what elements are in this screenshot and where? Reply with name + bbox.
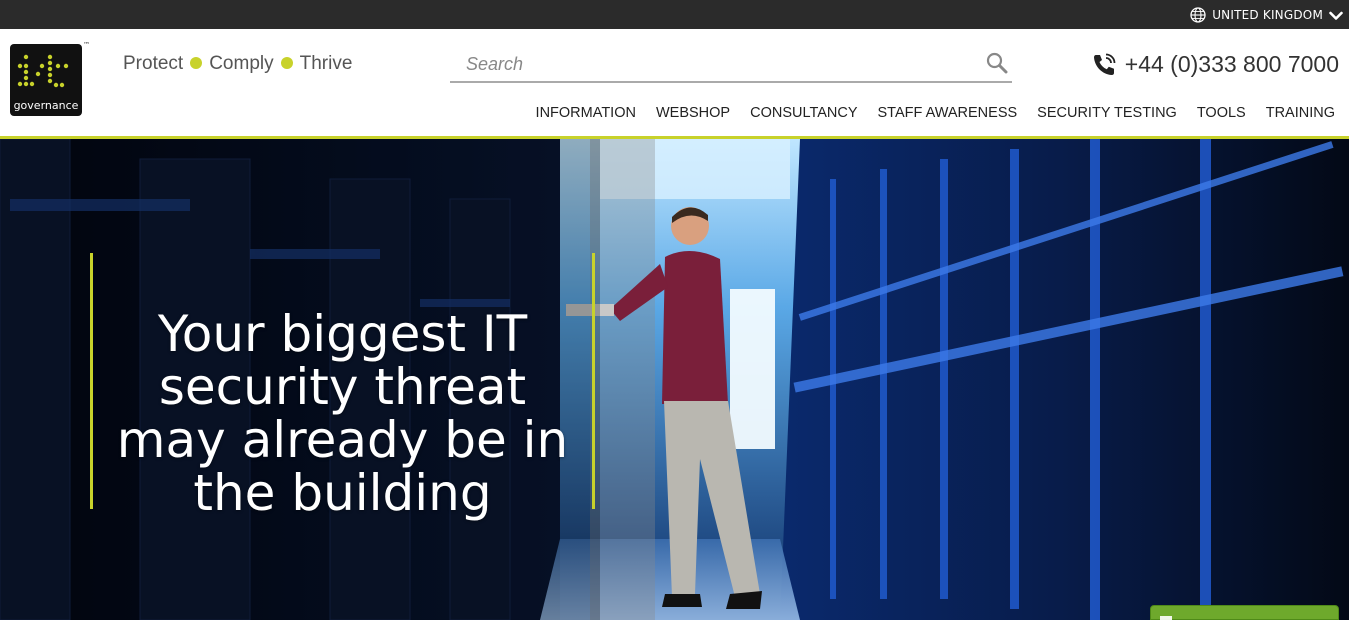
nav-training[interactable]: TRAINING (1266, 105, 1335, 121)
search-input[interactable] (450, 49, 986, 79)
globe-icon (1190, 6, 1206, 23)
nav-security-testing[interactable]: SECURITY TESTING (1037, 105, 1177, 121)
tagline-dot (190, 57, 203, 69)
headline-accent-bar-left (90, 253, 93, 509)
nav-tools[interactable]: TOOLS (1197, 105, 1246, 121)
main-nav: INFORMATION WEBSHOP CONSULTANCY STAFF AW… (536, 105, 1335, 121)
phone-icon (1091, 52, 1117, 78)
nav-webshop[interactable]: WEBSHOP (656, 105, 730, 121)
chat-icon (1159, 610, 1173, 620)
phone-number: +44 (0)333 800 7000 (1124, 51, 1339, 77)
tagline-thrive: Thrive (299, 53, 353, 74)
region-label: UNITED KINGDOM (1212, 7, 1323, 22)
top-bar: UNITED KINGDOM (0, 0, 1349, 29)
nav-consultancy[interactable]: CONSULTANCY (750, 105, 857, 121)
tagline-comply: Comply (209, 53, 274, 74)
it-governance-logo[interactable]: governance (10, 44, 82, 116)
nav-information[interactable]: INFORMATION (536, 105, 636, 121)
live-chat-tab[interactable] (1150, 605, 1339, 620)
site-header: governance ™ Protect Comply Thrive +44 (… (0, 29, 1349, 139)
tagline-dot (280, 57, 293, 69)
search-icon[interactable] (986, 52, 1008, 74)
tagline: Protect Comply Thrive (123, 52, 352, 76)
logo-text: governance (13, 99, 79, 112)
chevron-down-icon (1329, 10, 1343, 20)
headline-accent-bar-right (592, 253, 595, 509)
trademark-symbol: ™ (83, 41, 90, 49)
search-bar (450, 49, 1012, 83)
region-selector[interactable]: UNITED KINGDOM (1190, 0, 1343, 29)
hero-headline: Your biggest IT security threat may alre… (116, 304, 569, 522)
phone-contact[interactable]: +44 (0)333 800 7000 (1091, 51, 1339, 78)
hero-banner: Your biggest IT security threat may alre… (0, 139, 1349, 620)
tagline-protect: Protect (123, 53, 184, 74)
nav-staff-awareness[interactable]: STAFF AWARENESS (878, 105, 1018, 121)
